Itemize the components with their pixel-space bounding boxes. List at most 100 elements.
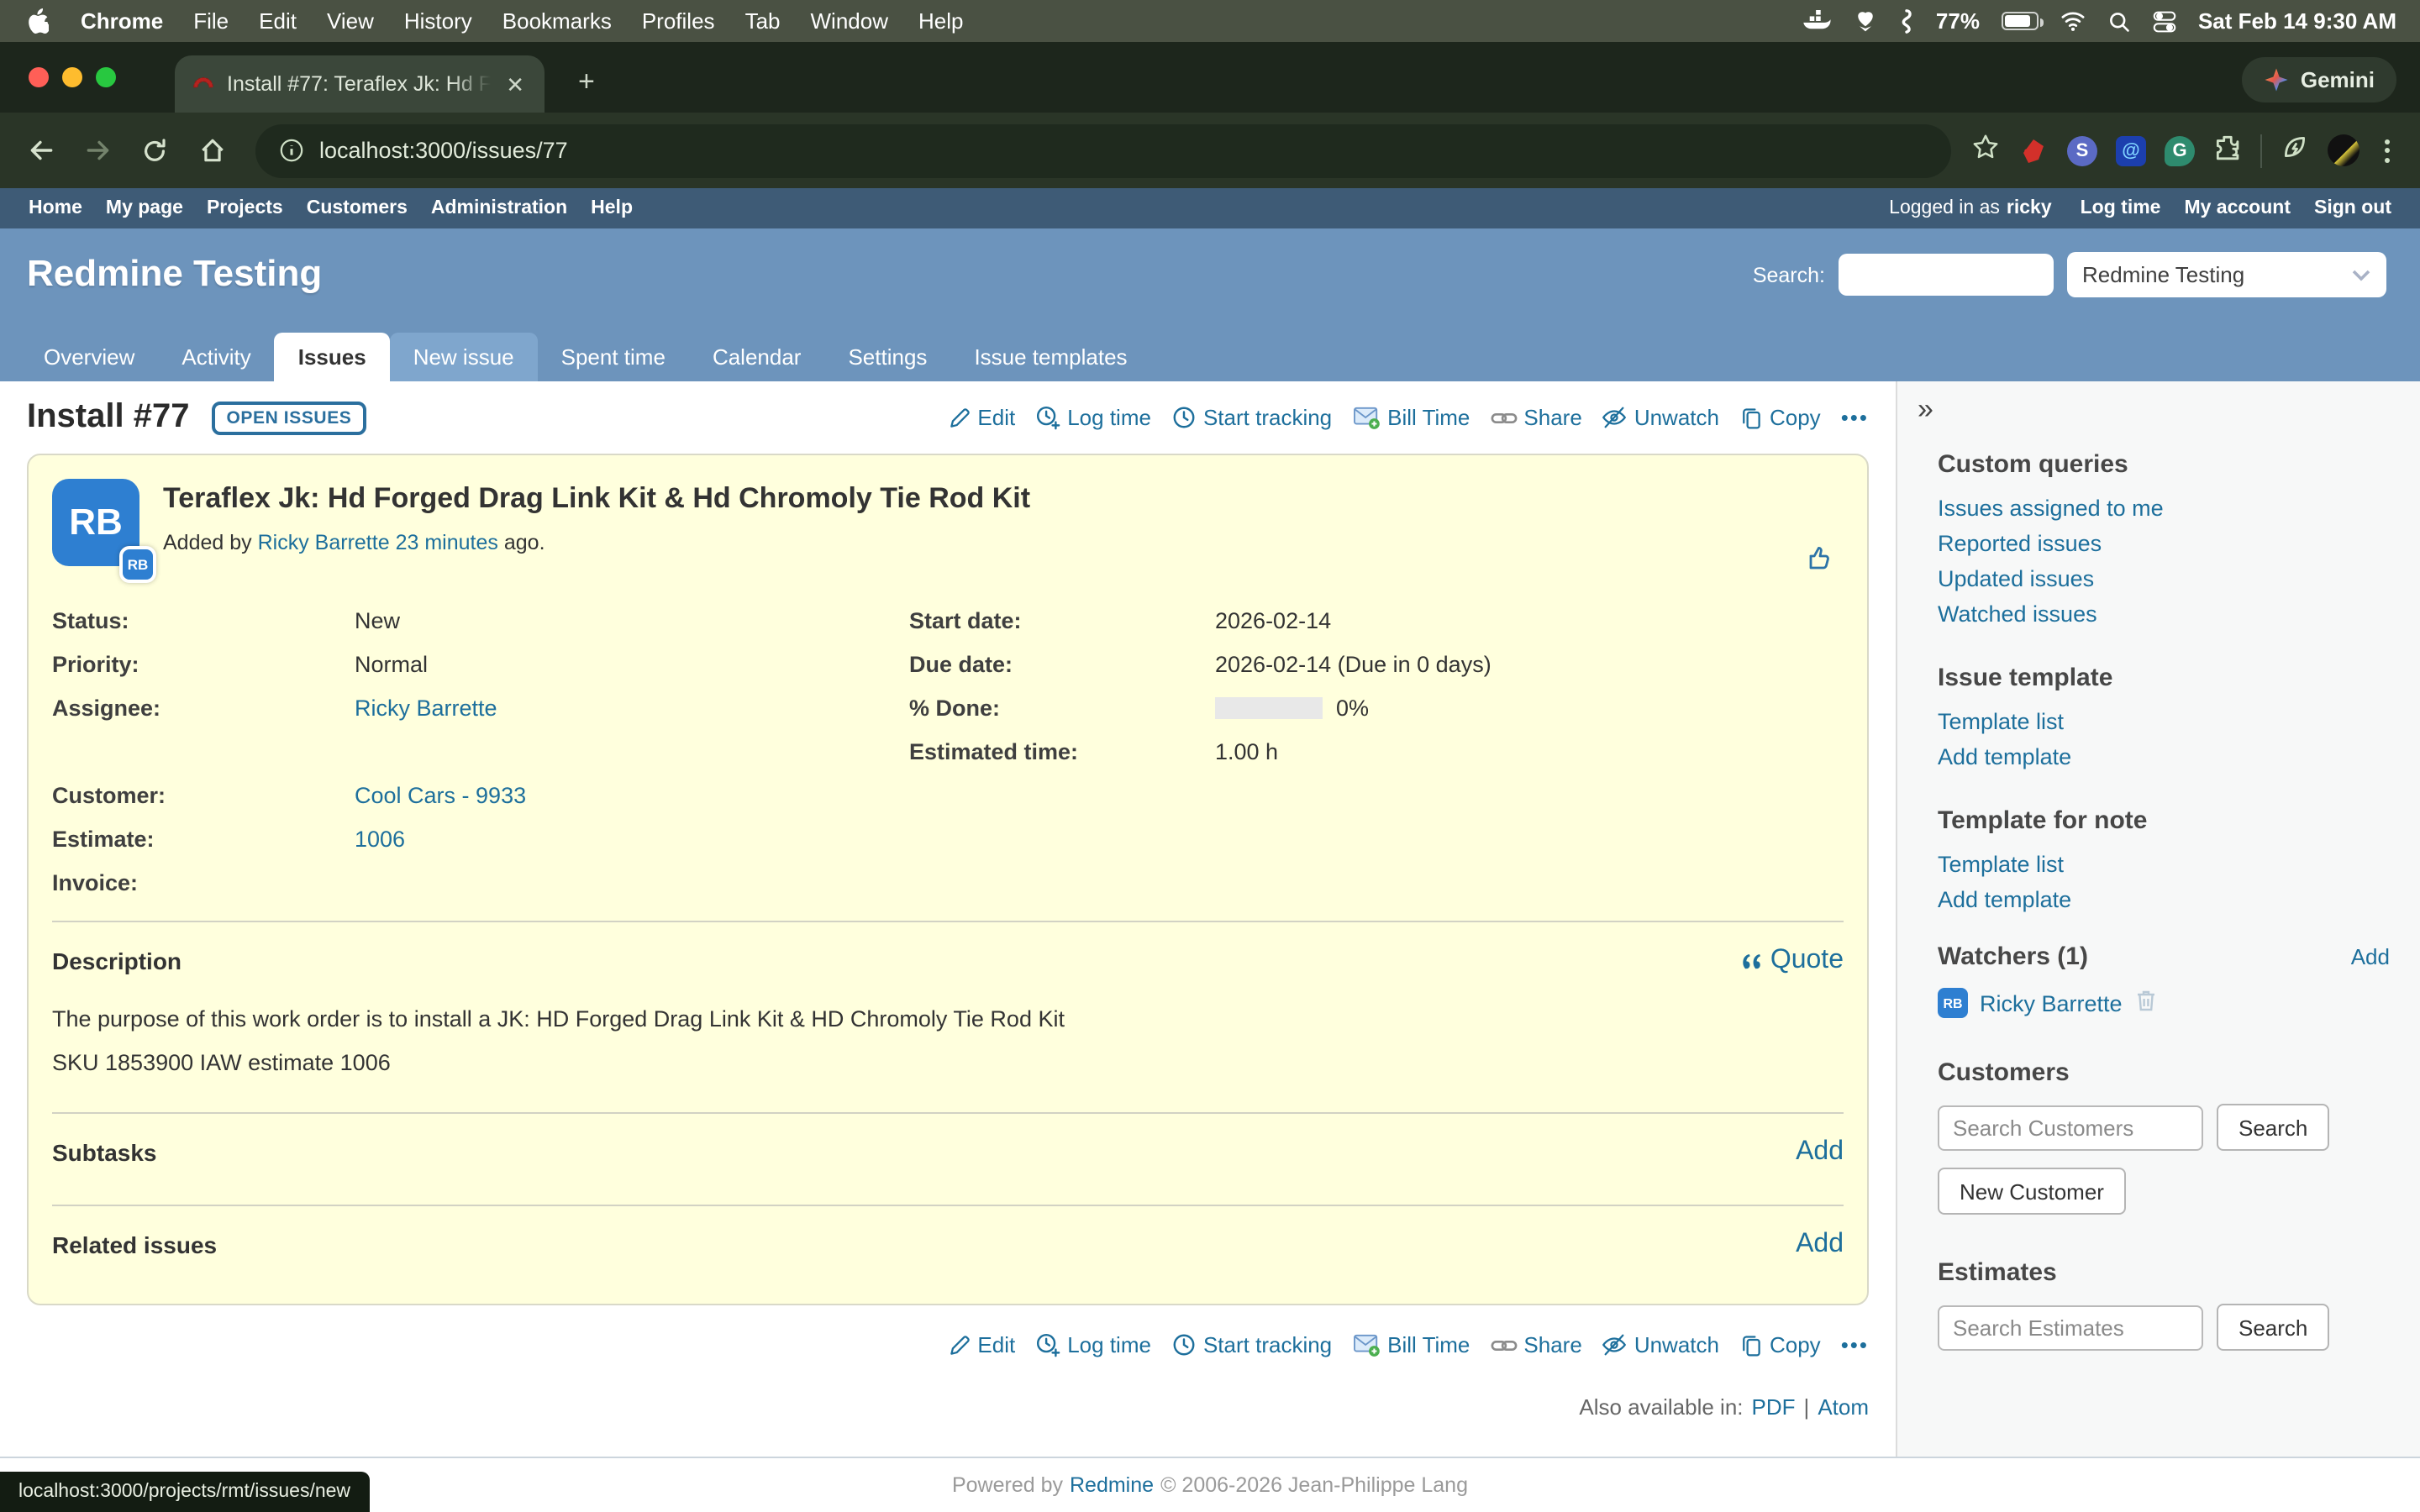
project-selector[interactable]: Redmine Testing [2067,252,2386,297]
menubar-item-window[interactable]: Window [796,8,904,34]
battery-icon[interactable] [2002,12,2039,30]
spotlight-search-icon[interactable] [2107,9,2131,33]
new-tab-button[interactable]: + [568,64,605,99]
add-subtask-link[interactable]: Add [1796,1138,1844,1168]
profile-avatar[interactable] [2328,134,2360,166]
delete-watcher-icon[interactable] [2134,988,2158,1018]
back-button[interactable] [17,127,64,174]
tab-settings[interactable]: Settings [824,333,950,381]
edit-link-bottom[interactable]: Edit [947,1333,1015,1358]
bill-time-link[interactable]: Bill Time [1352,405,1470,430]
new-customer-button[interactable]: New Customer [1938,1168,2126,1215]
sidebar-add-template[interactable]: Add template [1938,744,2390,769]
chrome-menu-icon[interactable] [2378,139,2396,162]
apple-icon[interactable] [24,8,66,34]
topmenu-projects[interactable]: Projects [195,198,295,218]
more-actions-link-bottom[interactable]: ••• [1841,1333,1869,1358]
tab-issues[interactable]: Issues [275,333,390,381]
browser-tab[interactable]: Install #77: Teraflex Jk: Hd Fo ✕ [175,55,544,113]
topmenu-administration[interactable]: Administration [419,198,579,218]
control-center-icon[interactable] [2153,9,2176,33]
menubar-item-profiles[interactable]: Profiles [627,8,730,34]
tab-close-icon[interactable]: ✕ [502,70,528,98]
menubar-item-tab[interactable]: Tab [730,8,796,34]
search-customers-input[interactable] [1938,1105,2203,1150]
global-search-input[interactable] [1839,254,2054,296]
topmenu-help[interactable]: Help [579,198,644,218]
close-window-button[interactable] [29,67,49,87]
topmenu-customers[interactable]: Customers [295,198,419,218]
pdf-link[interactable]: PDF [1752,1395,1796,1420]
menubar-item-view[interactable]: View [312,8,389,34]
wifi-icon[interactable] [2060,10,2086,32]
created-time-link[interactable]: 23 minutes [396,531,498,554]
maximize-window-button[interactable] [96,67,116,87]
grammarly-icon[interactable]: G [2165,135,2195,165]
tab-calendar[interactable]: Calendar [689,333,825,381]
extension-s-icon[interactable]: S [2067,135,2097,165]
unwatch-link[interactable]: Unwatch [1602,405,1719,430]
topmenu-my-page[interactable]: My page [94,198,195,218]
add-related-issue-link[interactable]: Add [1796,1231,1844,1261]
sidebar-template-list[interactable]: Template list [1938,709,2390,734]
more-actions-link[interactable]: ••• [1841,405,1869,430]
unwatch-link-bottom[interactable]: Unwatch [1602,1333,1719,1358]
search-estimates-button[interactable]: Search [2217,1304,2329,1351]
account-my-account[interactable]: My account [2172,198,2302,218]
edit-link[interactable]: Edit [947,405,1015,430]
search-estimates-input[interactable] [1938,1305,2203,1350]
thumbs-up-icon[interactable] [1803,543,1833,581]
sidebar-collapse-icon[interactable]: » [1918,395,1933,423]
extensions-puzzle-icon[interactable] [2213,132,2242,169]
quote-link[interactable]: Quote [1742,946,1844,976]
start-tracking-link[interactable]: Start tracking [1171,405,1332,430]
search-customers-button[interactable]: Search [2217,1104,2329,1151]
sidebar-issues-assigned[interactable]: Issues assigned to me [1938,496,2390,521]
extension-red-icon[interactable] [2018,135,2049,165]
start-tracking-link-bottom[interactable]: Start tracking [1171,1333,1332,1358]
forward-button[interactable] [74,127,121,174]
whale-icon[interactable] [1803,10,1832,32]
atom-link[interactable]: Atom [1818,1395,1869,1420]
account-log-time[interactable]: Log time [2069,198,2173,218]
sidebar-watched-issues[interactable]: Watched issues [1938,601,2390,627]
home-button[interactable] [188,127,235,174]
heart-hand-icon[interactable] [1854,9,1877,33]
tab-overview[interactable]: Overview [20,333,158,381]
gemini-button[interactable]: Gemini [2242,57,2396,102]
menubar-item-edit[interactable]: Edit [244,8,312,34]
sidebar-updated-issues[interactable]: Updated issues [1938,566,2390,591]
battery-saver-leaf-icon[interactable] [2281,132,2309,169]
minimize-window-button[interactable] [62,67,82,87]
menubar-item-bookmarks[interactable]: Bookmarks [487,8,627,34]
account-sign-out[interactable]: Sign out [2302,198,2403,218]
copy-link[interactable]: Copy [1739,405,1821,430]
site-info-icon[interactable] [279,138,304,163]
estimate-link[interactable]: 1006 [355,827,405,852]
author-link[interactable]: Ricky Barrette [258,531,390,554]
seahorse-icon[interactable] [1899,8,1914,34]
watcher-name-link[interactable]: Ricky Barrette [1980,990,2123,1016]
tab-activity[interactable]: Activity [158,333,274,381]
sidebar-reported-issues[interactable]: Reported issues [1938,531,2390,556]
battery-percent[interactable]: 77% [1936,8,1980,34]
menubar-item-history[interactable]: History [389,8,487,34]
log-time-link[interactable]: Log time [1035,405,1151,430]
menubar-item-help[interactable]: Help [903,8,979,34]
sidebar-note-template-list[interactable]: Template list [1938,852,2390,877]
bill-time-link-bottom[interactable]: Bill Time [1352,1333,1470,1358]
logged-in-username[interactable]: ricky [2007,198,2069,218]
tab-new-issue[interactable]: New issue [390,333,538,381]
topmenu-home[interactable]: Home [17,198,94,218]
menubar-item-file[interactable]: File [178,8,244,34]
extension-at-icon[interactable]: @ [2116,135,2146,165]
redmine-link[interactable]: Redmine [1070,1473,1154,1497]
menubar-item-chrome[interactable]: Chrome [66,8,178,34]
share-link-bottom[interactable]: Share [1490,1333,1581,1358]
menubar-clock[interactable]: Sat Feb 14 9:30 AM [2198,8,2396,34]
tab-spent-time[interactable]: Spent time [538,333,689,381]
copy-link-bottom[interactable]: Copy [1739,1333,1821,1358]
bookmark-star-icon[interactable] [1971,132,2000,169]
open-issues-badge[interactable]: OPEN ISSUES [211,401,366,434]
customer-link[interactable]: Cool Cars - 9933 [355,783,526,808]
